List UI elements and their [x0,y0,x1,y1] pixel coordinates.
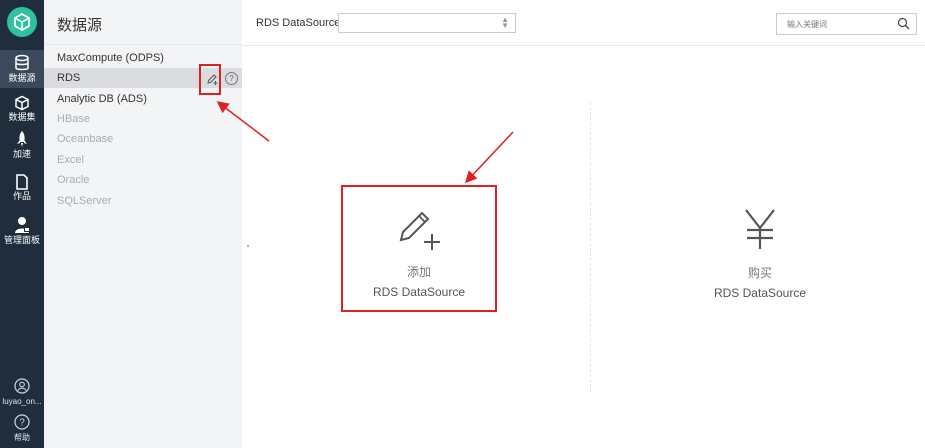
rail-item-datasource[interactable]: 数据源 [0,50,44,88]
left-nav-rail: 数据源 数据集 加速 作品 管理面板 luyao_on... ? 帮助 [0,0,44,448]
help-label: 帮助 [14,433,30,442]
datasource-item-label: SQLServer [57,195,112,207]
svg-text:?: ? [19,418,25,429]
rds-help-icon[interactable]: ? [225,72,238,85]
datasource-item-label: MaxCompute (ODPS) [57,52,164,64]
search-icon[interactable] [897,17,910,30]
yen-icon [745,209,775,249]
select-arrows-icon: ▲ ▼ [501,15,509,30]
database-icon [15,54,29,71]
datasource-item-hbase: HBase [44,109,242,129]
document-icon [16,174,28,190]
rail-item-works[interactable]: 作品 [0,172,44,206]
buy-card-title: 购买 [747,266,772,280]
user-menu[interactable]: luyao_on... [0,378,44,406]
annotation-highlight-card [341,185,497,312]
annotation-highlight-small [199,64,221,95]
cube-icon [15,95,29,111]
rail-item-label: 数据集 [8,112,36,122]
datasource-item-label: RDS [57,72,81,84]
arrow-to-add-card [464,131,514,184]
cards-divider [590,102,591,392]
collapse-handle[interactable] [247,245,249,247]
panel-divider [44,44,242,45]
rail-item-label: 作品 [12,191,31,201]
datasource-item-excel: Excel [44,150,242,170]
top-toolbar: RDS DataSource ▲ ▼ [242,0,925,46]
datasource-item-label: Oracle [57,174,90,186]
search-box [776,13,917,35]
app-logo[interactable] [7,7,37,37]
rail-item-label: 管理面板 [3,235,40,245]
rocket-icon [17,131,27,147]
datasource-item-label: Excel [57,154,84,166]
help-icon: ? [14,414,30,430]
rail-item-accelerate[interactable]: 加速 [0,128,44,162]
datasource-item-sqlserver: SQLServer [44,191,242,211]
user-icon [14,378,30,394]
datasource-type-label: RDS DataSource [256,17,341,29]
help-link[interactable]: ? 帮助 [0,414,44,443]
rail-item-label: 数据源 [8,73,36,83]
rail-item-dataset[interactable]: 数据集 [0,92,44,126]
panel-title: 数据源 [57,17,103,34]
datasource-item-oracle: Oracle [44,170,242,190]
buy-card-subtitle: RDS DataSource [713,286,807,300]
username: luyao_on... [2,397,42,406]
buy-datasource-card[interactable]: 购买 RDS DataSource [682,185,838,312]
datasource-item-label: Oceanbase [57,133,114,145]
rail-item-label: 加速 [12,149,31,159]
datasource-select[interactable]: ▲ ▼ [338,13,516,33]
datasource-item-label: Analytic DB (ADS) [57,93,147,105]
admin-user-icon [15,217,30,233]
cube-logo-icon [14,12,30,32]
datasource-item-label: HBase [57,113,91,125]
datasource-item-oceanbase: Oceanbase [44,129,242,149]
search-input[interactable] [787,17,887,31]
rail-item-admin[interactable]: 管理面板 [0,214,44,252]
